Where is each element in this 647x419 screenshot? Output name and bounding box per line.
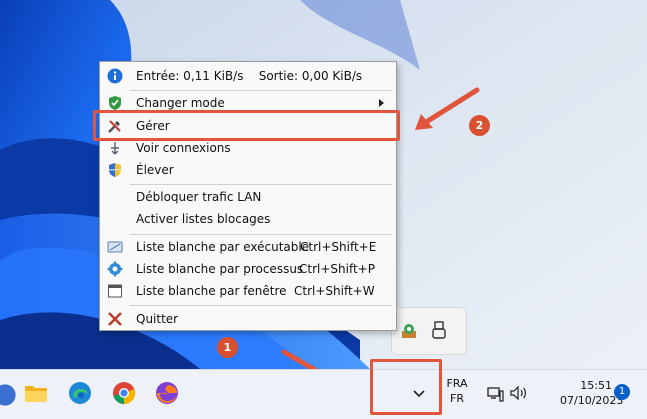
- annotation-highlight-gerer: [93, 110, 400, 141]
- menu-item-label: Liste blanche par fenêtre: [136, 284, 287, 298]
- annotation-highlight-tray: [370, 359, 442, 415]
- notification-badge[interactable]: 1: [614, 384, 630, 400]
- menu-item-debloquer-lan[interactable]: Débloquer trafic LAN: [100, 186, 396, 208]
- menu-item-label: Quitter: [136, 312, 179, 326]
- network-connections-icon: [111, 142, 119, 155]
- menu-separator: [130, 234, 392, 235]
- clock-date: 07/10/2023: [560, 394, 624, 407]
- menu-item-label: Liste blanche par exécutable: [136, 240, 310, 254]
- edge-icon[interactable]: [67, 380, 93, 406]
- volume-icon[interactable]: [509, 385, 529, 401]
- annotation-badge-2: 2: [469, 115, 490, 136]
- language-indicator[interactable]: FRA FR: [443, 376, 471, 406]
- info-icon: [107, 68, 123, 84]
- menu-item-activer-listes[interactable]: Activer listes blocages: [100, 208, 396, 230]
- language-code: FRA: [446, 377, 468, 390]
- shield-icon: [109, 96, 121, 110]
- network-icon[interactable]: [487, 386, 505, 402]
- tray-overflow-panel: [391, 307, 467, 355]
- menu-item-shortcut: Ctrl+Shift+P: [299, 262, 375, 276]
- traffic-status-text: Entrée: 0,11 KiB/s Sortie: 0,00 KiB/s: [136, 69, 363, 83]
- submenu-arrow-icon: [379, 99, 384, 107]
- menu-separator: [130, 90, 392, 91]
- gear-icon: [107, 261, 123, 277]
- menu-separator: [130, 305, 392, 306]
- menu-item-quitter[interactable]: Quitter: [100, 308, 396, 330]
- usb-device-icon[interactable]: [432, 321, 446, 341]
- file-explorer-icon[interactable]: [23, 380, 49, 406]
- executable-icon: [107, 241, 123, 253]
- menu-item-shortcut: Ctrl+Shift+E: [300, 240, 377, 254]
- desktop: Entrée: 0,11 KiB/s Sortie: 0,00 KiB/s Ch…: [0, 0, 647, 419]
- taskbar: FRA FR 15:51 07/10/2023 1: [0, 369, 647, 419]
- menu-item-whitelist-fenetre[interactable]: Liste blanche par fenêtre Ctrl+Shift+W: [100, 280, 396, 302]
- clock[interactable]: 15:51 07/10/2023: [560, 378, 624, 408]
- context-menu: Entrée: 0,11 KiB/s Sortie: 0,00 KiB/s Ch…: [99, 61, 397, 331]
- chrome-icon[interactable]: [111, 380, 137, 406]
- start-icon[interactable]: [0, 382, 18, 408]
- menu-item-label: Débloquer trafic LAN: [136, 190, 262, 204]
- menu-item-elever[interactable]: Élever: [100, 159, 396, 181]
- menu-item-label: Activer listes blocages: [136, 212, 271, 226]
- annotation-badge-1: 1: [217, 337, 238, 358]
- menu-separator: [130, 184, 392, 185]
- uac-shield-icon: [109, 163, 121, 177]
- menu-item-whitelist-executable[interactable]: Liste blanche par exécutable Ctrl+Shift+…: [100, 236, 396, 258]
- keyboard-layout: FR: [450, 392, 464, 405]
- firefox-icon[interactable]: [154, 380, 180, 406]
- close-icon: [108, 312, 122, 326]
- menu-item-label: Élever: [136, 163, 174, 177]
- menu-item-shortcut: Ctrl+Shift+W: [294, 284, 375, 298]
- window-icon: [108, 284, 122, 298]
- menu-status-row: Entrée: 0,11 KiB/s Sortie: 0,00 KiB/s: [100, 65, 396, 87]
- glasswire-tray-icon[interactable]: [400, 322, 418, 340]
- menu-item-label: Liste blanche par processus: [136, 262, 304, 276]
- menu-item-whitelist-processus[interactable]: Liste blanche par processus Ctrl+Shift+P: [100, 258, 396, 280]
- clock-time: 15:51: [580, 379, 612, 392]
